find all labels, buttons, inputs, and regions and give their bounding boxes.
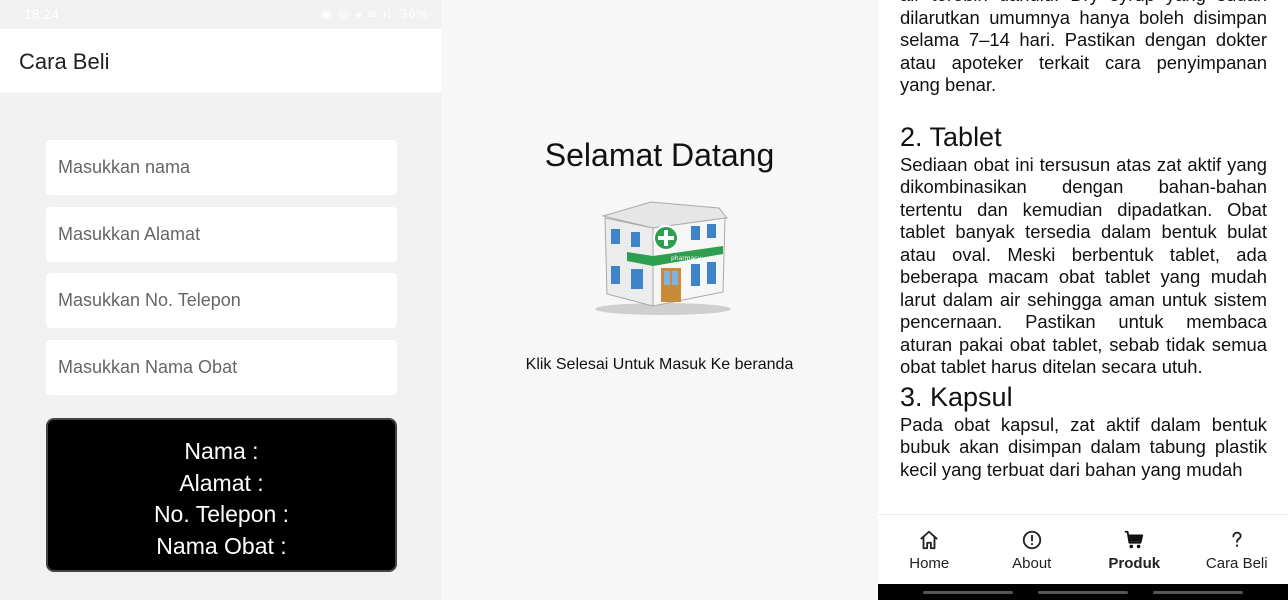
pharmacy-sign-text: pharmacy — [671, 255, 701, 262]
welcome-title: Selamat Datang — [544, 137, 775, 173]
status-bar: 18:24 ◉ ◎ ◂ ≋ ıl 36% — [0, 0, 441, 29]
nav-item-home[interactable]: Home — [878, 515, 981, 584]
nav-label-home: Home — [909, 555, 950, 572]
welcome-hint: Klik Selesai Untuk Masuk Ke beranda — [525, 356, 794, 373]
name-input[interactable] — [46, 140, 397, 195]
nav-item-cara-beli[interactable]: Cara Beli — [1186, 515, 1288, 584]
medicine-name-input[interactable] — [46, 340, 397, 395]
system-recents-handle[interactable] — [923, 591, 1013, 594]
summary-alamat: Alamat : — [179, 469, 264, 496]
section-heading-kapsul: 3. Kapsul — [900, 381, 1013, 412]
info-icon — [1021, 529, 1043, 551]
nav-label-about: About — [1012, 555, 1052, 572]
article-content[interactable]: air terebih dahulu. Dry syrup yang sudah… — [900, 0, 1267, 481]
welcome-screen: Selamat Datang pharmacy Klik Selesai Unt… — [441, 0, 878, 600]
nav-label-produk: Produk — [1108, 555, 1161, 572]
summary-nama: Nama : — [184, 438, 259, 464]
section-body-tablet: Sediaan obat ini tersusun atas zat aktif… — [900, 153, 1267, 378]
phone-input[interactable] — [46, 273, 397, 328]
nav-item-produk[interactable]: Produk — [1083, 515, 1186, 584]
system-navigation-bar — [878, 584, 1288, 600]
produk-screen: air terebih dahulu. Dry syrup yang sudah… — [878, 0, 1288, 600]
address-field-container — [46, 207, 397, 262]
system-home-handle[interactable] — [1038, 591, 1128, 594]
home-icon — [918, 529, 940, 551]
cara-beli-screen: 18:24 ◉ ◎ ◂ ≋ ıl 36% Cara Beli Nama : Al… — [0, 0, 441, 600]
phone-field-container — [46, 273, 397, 328]
section-heading-tablet: 2. Tablet — [900, 121, 1002, 152]
bottom-navigation: Home About Produk Cara Beli — [878, 514, 1288, 584]
section-body-kapsul: Pada obat kapsul, zat aktif dalam bentuk… — [900, 413, 1267, 480]
notification-icon: ◉ ◎ ◂ ≋ ıl — [320, 6, 392, 21]
pharmacy-building-icon: pharmacy — [595, 201, 731, 315]
battery-level: 36% — [399, 6, 429, 21]
status-icons: ◉ ◎ ◂ ≋ ıl 36% — [320, 6, 429, 22]
system-back-handle[interactable] — [1153, 591, 1243, 594]
intro-paragraph: air terebih dahulu. Dry syrup yang sudah… — [900, 0, 1267, 95]
status-time: 18:24 — [24, 6, 60, 22]
summary-telepon: No. Telepon : — [153, 501, 290, 528]
page-title: Cara Beli — [19, 49, 110, 74]
address-input[interactable] — [46, 207, 397, 262]
nav-item-about[interactable]: About — [981, 515, 1084, 584]
question-icon — [1226, 529, 1248, 551]
app-bar: Cara Beli — [0, 29, 441, 93]
nav-label-cara-beli: Cara Beli — [1205, 555, 1268, 572]
summary-obat: Nama Obat : — [156, 532, 287, 559]
medicine-field-container — [46, 340, 397, 395]
cart-icon — [1123, 529, 1145, 551]
order-summary-box[interactable]: Nama : Alamat : No. Telepon : Nama Obat … — [46, 418, 397, 572]
name-field-container — [46, 140, 397, 195]
